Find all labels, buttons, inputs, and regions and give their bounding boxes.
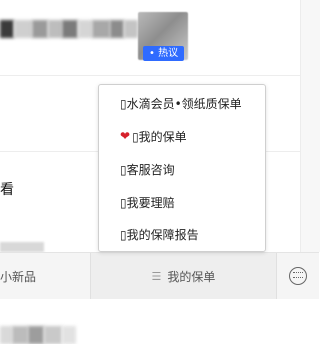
menu-item-claim[interactable]: ▯我要理赔	[99, 186, 265, 218]
menu-item-customer-service[interactable]: ▯客服咨询	[99, 153, 265, 185]
blurred-label	[0, 242, 44, 252]
keyboard-icon	[288, 267, 307, 285]
menu-item-my-policy[interactable]: ❤ ▯我的保单	[99, 120, 265, 152]
blurred-title	[0, 20, 138, 38]
menu-lines-icon: ☰	[151, 269, 162, 283]
menu-item-label: ▯水滴会员•领纸质保单	[120, 96, 242, 111]
tab-new-products[interactable]: 小新品	[0, 253, 90, 299]
hot-topic-badge: • 热议	[143, 46, 185, 61]
menu-item-label: ▯我的保障报告	[120, 227, 199, 242]
tab-my-policy-label: 我的保单	[167, 269, 216, 284]
bottom-tab-bar: 小新品 ☰ 我的保单	[0, 252, 319, 299]
tab-new-products-label: 小新品	[0, 269, 37, 284]
heart-icon: ❤	[120, 129, 131, 143]
menu-item-member-paper-policy[interactable]: ▯水滴会员•领纸质保单	[99, 87, 265, 119]
tab-my-policy[interactable]: ☰ 我的保单	[90, 253, 277, 299]
policy-popup-menu: ▯水滴会员•领纸质保单 ❤ ▯我的保单 ▯客服咨询 ▯我要理赔 ▯我的保障报告	[98, 84, 266, 252]
right-edge-panel	[300, 0, 320, 252]
feed-item[interactable]: • 热议	[0, 0, 300, 76]
menu-item-coverage-report[interactable]: ▯我的保障报告	[99, 218, 265, 250]
blurred-title	[0, 326, 76, 344]
menu-item-label: ▯我的保单	[132, 129, 187, 144]
menu-item-label: ▯客服咨询	[120, 162, 175, 177]
keyboard-button[interactable]	[276, 253, 319, 299]
menu-item-label: ▯我要理赔	[120, 195, 175, 210]
